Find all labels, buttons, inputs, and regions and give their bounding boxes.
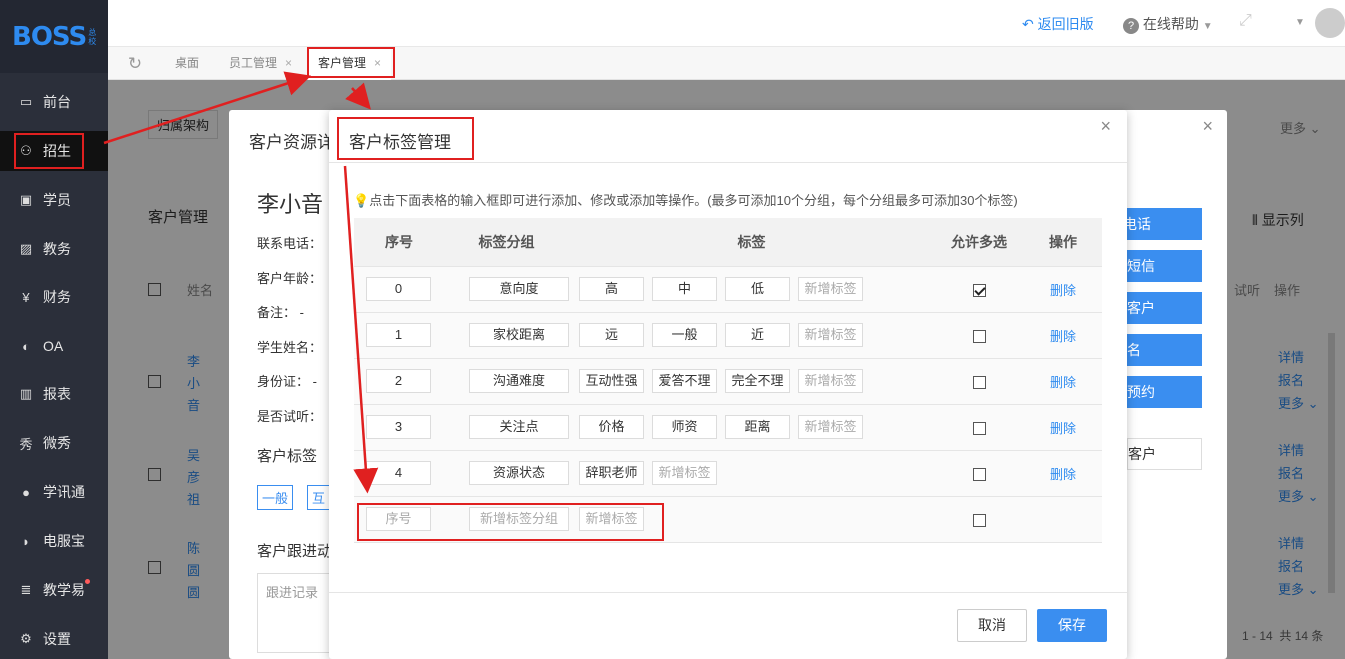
arrow-enroll-to-tab (103, 71, 312, 145)
annotation-arrows (103, 71, 379, 494)
arrow-title-to-newrow (343, 165, 379, 494)
arrow-tab-to-title (345, 82, 371, 110)
